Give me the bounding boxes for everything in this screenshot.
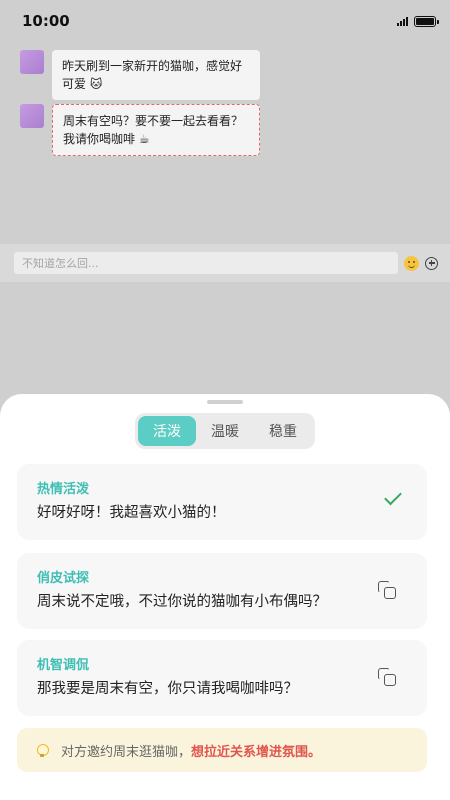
suggestion-title: 机智调侃	[37, 658, 90, 673]
suggestion-title: 热情活泼	[37, 482, 90, 497]
status-bar: 10:00	[0, 0, 450, 42]
tab-steady[interactable]: 稳重	[254, 416, 312, 446]
reply-input[interactable]	[14, 252, 398, 274]
suggestion-text: 好呀好呀！我超喜欢小猫的！	[37, 505, 226, 521]
reply-suggestion-sheet: 活泼 温暖 稳重 热情活泼 好呀好呀！我超喜欢小猫的！ 俏皮试探 周末说不定哦，…	[0, 394, 450, 800]
battery-icon	[414, 15, 439, 27]
suggestion-card[interactable]: 机智调侃 那我要是周末有空，你只请我喝咖啡吗？	[17, 640, 427, 716]
suggestion-title: 俏皮试探	[37, 571, 90, 586]
tone-tabs: 活泼 温暖 稳重	[135, 413, 315, 449]
message-bubble[interactable]: 昨天刷到一家新开的猫咖，感觉好可爱 🐱	[52, 50, 260, 100]
check-icon[interactable]	[384, 487, 402, 506]
emoji-icon[interactable]	[404, 255, 419, 271]
signal-icon	[397, 16, 408, 26]
avatar[interactable]	[20, 104, 44, 128]
message-row-selected: 周末有空吗？要不要一起去看看？我请你喝咖啡 ☕	[20, 104, 260, 156]
status-time: 10:00	[22, 12, 70, 30]
lightbulb-icon	[37, 743, 49, 757]
message-bubble-selected[interactable]: 周末有空吗？要不要一起去看看？我请你喝咖啡 ☕	[52, 104, 260, 156]
sheet-handle[interactable]	[207, 400, 243, 404]
status-icons	[397, 15, 439, 27]
tip-text: 对方邀约周末逛猫咖，	[61, 744, 192, 760]
tip-banner: 对方邀约周末逛猫咖， 想拉近关系增进氛围。	[17, 728, 427, 772]
suggestion-text: 那我要是周末有空，你只请我喝咖啡吗？	[37, 681, 298, 697]
copy-icon[interactable]	[378, 668, 398, 688]
copy-icon[interactable]	[378, 581, 398, 601]
chat-area: 昨天刷到一家新开的猫咖，感觉好可爱 🐱 周末有空吗？要不要一起去看看？我请你喝咖…	[0, 42, 450, 242]
suggestion-card[interactable]: 俏皮试探 周末说不定哦，不过你说的猫咖有小布偶吗？	[17, 553, 427, 629]
tab-warm[interactable]: 温暖	[196, 416, 254, 446]
tip-highlight: 想拉近关系增进氛围。	[191, 744, 322, 760]
suggestion-text: 周末说不定哦，不过你说的猫咖有小布偶吗？	[37, 594, 327, 610]
avatar[interactable]	[20, 50, 44, 74]
input-bar	[0, 244, 450, 282]
plus-icon[interactable]	[425, 256, 438, 270]
tab-lively[interactable]: 活泼	[138, 416, 196, 446]
suggestion-card[interactable]: 热情活泼 好呀好呀！我超喜欢小猫的！	[17, 464, 427, 540]
message-row: 昨天刷到一家新开的猫咖，感觉好可爱 🐱	[20, 50, 260, 100]
